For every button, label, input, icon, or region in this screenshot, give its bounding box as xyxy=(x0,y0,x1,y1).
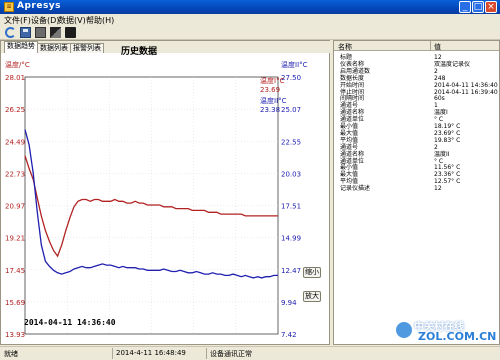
right-tick-label: 25.07 xyxy=(281,106,301,114)
list-item-name: 记录仪描述 xyxy=(340,185,371,193)
toolbar xyxy=(0,26,500,40)
left-tick-label: 15.69 xyxy=(5,299,25,307)
menu-help[interactable]: 帮助(H) xyxy=(86,15,114,26)
left-tick-label: 20.97 xyxy=(5,203,25,211)
save-icon[interactable] xyxy=(20,27,31,38)
chart-panel: 数据趋势 数据列表 报警列表 历史数据 28.01 27.50 26.25 25.07… xyxy=(0,40,331,345)
status-connection: 设备通讯正常 xyxy=(210,350,252,358)
menu-bar: 文件(F) 设备(D) 数据(V) 帮助(H) xyxy=(0,14,500,26)
left-tick-label: 17.45 xyxy=(5,267,25,275)
right-tick-label: 17.51 xyxy=(281,203,301,211)
right-axis-label: 温度II°C xyxy=(281,60,308,69)
status-bar: 就绪 2014-4-11 16:48:49 设备通讯正常 xyxy=(0,346,500,360)
right-tick-label: 22.55 xyxy=(281,138,301,146)
series-value-label: 23.69 xyxy=(260,86,280,94)
zoom-in-button[interactable]: 缩小 xyxy=(303,267,321,278)
left-tick-label: 28.01 xyxy=(5,74,25,82)
window-title: Apresys xyxy=(17,1,62,11)
tab-data-trend[interactable]: 数据趋势 xyxy=(4,41,38,53)
status-time: 2014-4-11 16:48:49 xyxy=(116,349,186,357)
watermark-en: ZOL.COM.CN xyxy=(418,330,497,343)
right-tick-label: 12.47 xyxy=(281,267,301,275)
right-tick-label: 14.99 xyxy=(281,235,301,243)
left-tick-label: 22.73 xyxy=(5,170,25,178)
app-thermometer-icon: ≡ xyxy=(4,2,14,12)
tab-alarm-list[interactable]: 报警列表 xyxy=(70,43,104,53)
cursor-timestamp: 2014-04-11 14:36:40 xyxy=(24,318,116,327)
folder-icon[interactable] xyxy=(65,27,76,38)
left-tick-label: 13.93 xyxy=(5,331,25,339)
properties-list: 名称 值 标题 12 仪表名称 双温度记录仪 启用通道数 2 数据长度 248 开始时间 2014… xyxy=(333,40,500,345)
left-tick-label: 19.21 xyxy=(5,235,25,243)
left-axis-label: 温度/°C xyxy=(5,60,30,69)
close-button[interactable]: × xyxy=(485,1,497,13)
maximize-button[interactable]: □ xyxy=(472,1,484,13)
left-tick-label: 24.49 xyxy=(5,138,25,146)
history-chart: 28.01 27.5026.25 25.0724.49 22.5522.73 20.03… xyxy=(5,60,308,339)
series-value-label: 23.38 xyxy=(260,106,280,114)
menu-data[interactable]: 数据(V) xyxy=(58,15,86,26)
list-item-value: 12 xyxy=(434,185,442,193)
menu-file[interactable]: 文件(F) xyxy=(4,15,31,26)
series-name-label: 温度I°C xyxy=(260,76,285,85)
right-tick-label: 9.94 xyxy=(281,299,297,307)
right-tick-label: 20.03 xyxy=(281,170,301,178)
list-header-name[interactable]: 名称 xyxy=(338,42,352,52)
series-name-label: 温度II°C xyxy=(260,96,287,105)
tab-strip: 数据趋势 数据列表 报警列表 历史数据 xyxy=(1,41,331,57)
export-icon[interactable] xyxy=(50,27,61,38)
list-header-value[interactable]: 值 xyxy=(434,42,441,52)
minimize-button[interactable]: _ xyxy=(459,1,471,13)
zoom-out-button[interactable]: 放大 xyxy=(303,291,321,302)
list-header: 名称 值 xyxy=(334,41,499,52)
print-icon[interactable] xyxy=(35,27,46,38)
title-bar: ≡ Apresys _ □ × xyxy=(0,0,500,14)
left-tick-label: 26.25 xyxy=(5,106,25,114)
zol-logo-icon xyxy=(396,322,412,338)
right-tick-label: 7.42 xyxy=(281,331,297,339)
watermark: 中关村在线 ZOL.COM.CN xyxy=(392,318,498,344)
menu-device[interactable]: 设备(D) xyxy=(31,15,59,26)
status-ready: 就绪 xyxy=(4,350,18,358)
tab-data-list[interactable]: 数据列表 xyxy=(37,43,71,53)
list-item[interactable]: 记录仪描述 12 xyxy=(334,185,499,193)
refresh-icon[interactable] xyxy=(5,27,16,38)
